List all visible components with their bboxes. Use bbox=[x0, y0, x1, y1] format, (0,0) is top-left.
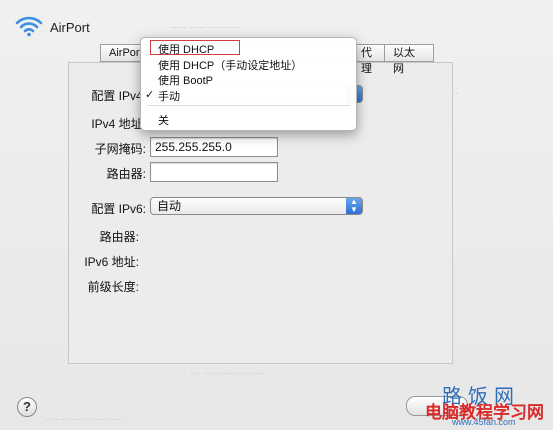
ghost-text: ······················· bbox=[45, 414, 122, 425]
watermark-url: www.45fan.com bbox=[452, 417, 516, 427]
window-title: AirPort bbox=[50, 20, 90, 35]
ghost-text: ··· ··········· ······· bbox=[190, 368, 266, 379]
router-field[interactable] bbox=[150, 162, 278, 182]
subnet-mask-field[interactable]: 255.255.255.0 bbox=[150, 137, 278, 157]
ipv6-router-label: 路由器: bbox=[99, 230, 139, 244]
menu-item-dhcp-manual[interactable]: 使用 DHCP（手动设定地址） bbox=[158, 57, 302, 73]
config-ipv4-menu: 使用 DHCP 使用 DHCP（手动设定地址） 使用 BootP ✓ 手动 关 bbox=[140, 37, 357, 131]
ipv4-address-label: IPv4 地址: bbox=[91, 117, 146, 131]
tab-ethernet[interactable]: 以太网 bbox=[385, 44, 434, 75]
config-ipv6-value: 自动 bbox=[157, 199, 182, 213]
config-ipv6-popup[interactable]: 自动 ▲ ▼ bbox=[150, 197, 363, 215]
tab-proxy[interactable]: 代理 bbox=[353, 44, 385, 75]
wifi-icon bbox=[14, 14, 44, 38]
config-ipv4-label: 配置 IPv4: bbox=[91, 89, 146, 103]
ghost-text: ····· ····· ········· bbox=[170, 22, 239, 33]
menu-item-manual[interactable]: 手动 bbox=[158, 88, 180, 104]
menu-item-dhcp[interactable]: 使用 DHCP bbox=[158, 41, 214, 57]
router-label: 路由器: bbox=[106, 167, 146, 181]
checkmark-icon: ✓ bbox=[145, 89, 155, 101]
prefix-length-label: 前级长度: bbox=[87, 280, 139, 294]
menu-separator bbox=[147, 105, 350, 106]
menu-item-bootp[interactable]: 使用 BootP bbox=[158, 72, 213, 88]
ipv6-address-label: IPv6 地址: bbox=[84, 255, 139, 269]
menu-item-off[interactable]: 关 bbox=[158, 112, 169, 128]
config-ipv6-label: 配置 IPv6: bbox=[91, 202, 146, 216]
subnet-mask-label: 子网掩码: bbox=[94, 142, 146, 156]
help-icon[interactable]: ? bbox=[17, 397, 37, 417]
popup-arrows-icon: ▲▼ bbox=[346, 198, 362, 214]
